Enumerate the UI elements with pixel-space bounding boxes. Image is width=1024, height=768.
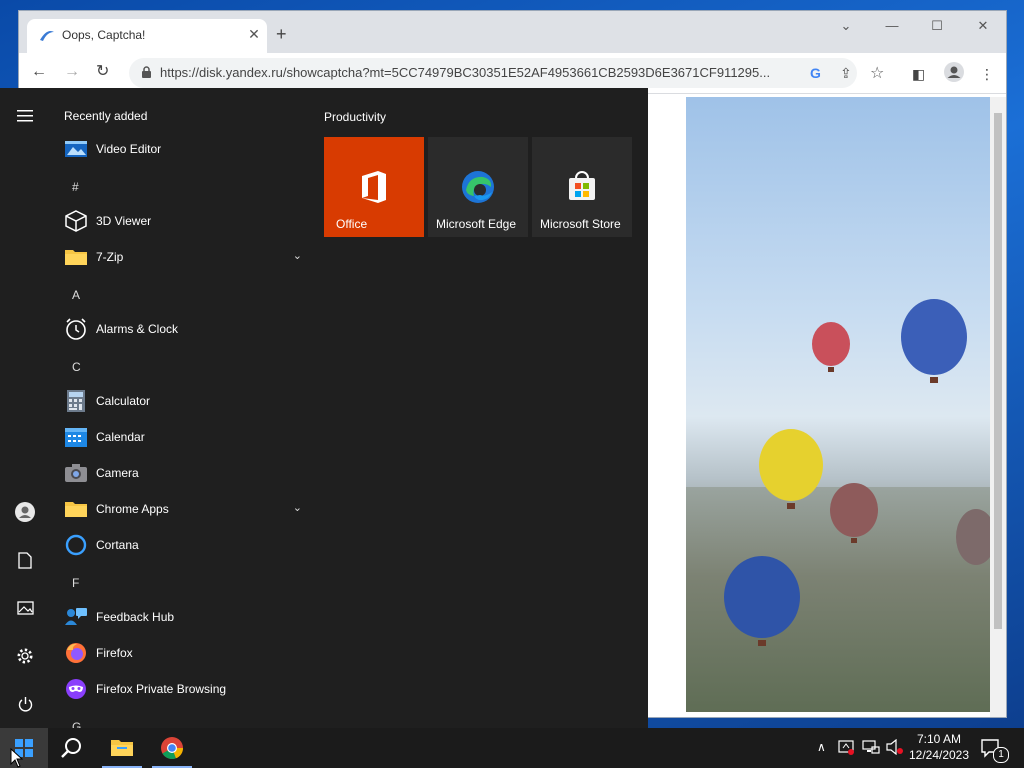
file-explorer-button[interactable] — [98, 728, 146, 768]
folder-icon — [64, 497, 88, 521]
profile-icon[interactable] — [944, 62, 964, 85]
chrome-taskbar-button[interactable] — [148, 728, 196, 768]
close-window-button[interactable]: ✕ — [968, 18, 998, 34]
show-hidden-icons-chevron-icon[interactable]: ∧ — [817, 740, 826, 754]
google-lens-icon[interactable]: G — [810, 65, 821, 81]
system-clock[interactable]: 7:10 AM 12/24/2023 — [900, 731, 978, 763]
feedback-icon — [64, 605, 88, 629]
file-explorer-icon — [111, 740, 133, 756]
letter-header-c[interactable]: C — [72, 360, 81, 374]
app-feedback-hub[interactable]: Feedback Hub — [62, 601, 308, 633]
app-3d-viewer[interactable]: 3D Viewer — [62, 205, 308, 237]
start-menu: Recently added Video Editor # 3D Viewer … — [0, 88, 648, 728]
app-firefox-private-browsing[interactable]: Firefox Private Browsing — [62, 673, 308, 705]
app-firefox[interactable]: Firefox — [62, 637, 308, 669]
tile-label: Microsoft Edge — [436, 217, 517, 231]
url-text[interactable]: https://disk.yandex.ru/showcaptcha?mt=5C… — [160, 65, 772, 80]
mouse-cursor-icon — [10, 748, 24, 768]
network-icon[interactable] — [862, 739, 880, 758]
recently-added-heading: Recently added — [64, 109, 148, 123]
chevron-down-icon[interactable]: ⌄ — [293, 249, 302, 262]
folder-icon — [64, 245, 88, 269]
back-button[interactable]: ← — [31, 64, 47, 80]
lock-icon[interactable] — [141, 66, 152, 84]
tile-label: Office — [336, 217, 368, 231]
pictures-icon[interactable] — [12, 595, 38, 621]
forward-button[interactable]: → — [64, 64, 80, 80]
hamburger-menu-icon[interactable] — [12, 103, 38, 129]
chevron-down-icon[interactable]: ⌄ — [293, 501, 302, 514]
user-account-icon[interactable] — [12, 499, 38, 525]
maximize-button[interactable]: ☐ — [922, 18, 952, 34]
tab-strip: Oops, Captcha! ✕ + ⌄ — ☐ ✕ — [19, 11, 1006, 53]
browser-tab[interactable]: Oops, Captcha! ✕ — [27, 19, 267, 53]
letter-header-a[interactable]: A — [72, 288, 80, 302]
taskbar: ∧ 7:10 AM 12/24/2023 1 — [0, 728, 1024, 768]
firefox-icon — [64, 641, 88, 665]
balloons-illustration — [724, 299, 990, 646]
letter-header-g[interactable]: G — [72, 720, 81, 728]
app-7-zip[interactable]: 7-Zip ⌄ — [62, 241, 308, 273]
security-warning-icon[interactable] — [838, 739, 854, 758]
tile-microsoft-store[interactable]: Microsoft Store — [532, 137, 632, 237]
address-bar[interactable]: https://disk.yandex.ru/showcaptcha?mt=5C… — [129, 58, 884, 88]
cortana-icon — [64, 533, 88, 557]
search-button[interactable] — [48, 728, 96, 768]
calculator-icon — [64, 389, 88, 413]
side-panel-icon[interactable]: ◧ — [912, 66, 925, 83]
app-cortana[interactable]: Cortana — [62, 529, 308, 561]
scrollbar-thumb[interactable] — [994, 113, 1002, 629]
start-button[interactable] — [0, 728, 48, 768]
page-scrollbar[interactable] — [990, 97, 1006, 717]
firefox-private-icon — [64, 677, 88, 701]
action-center-button[interactable]: 1 — [968, 728, 1012, 768]
film-icon — [64, 137, 88, 161]
chrome-icon — [161, 737, 184, 760]
clock-time: 7:10 AM — [916, 732, 962, 746]
cube-icon — [64, 209, 88, 233]
bookmark-star-icon[interactable]: ☆ — [870, 63, 884, 83]
yandex-disk-favicon-icon — [39, 29, 55, 47]
notification-count-badge: 1 — [993, 747, 1009, 763]
alarm-clock-icon — [64, 317, 88, 341]
tile-microsoft-edge[interactable]: Microsoft Edge — [428, 137, 528, 237]
app-camera[interactable]: Camera — [62, 457, 308, 489]
documents-icon[interactable] — [12, 547, 38, 573]
tab-close-icon[interactable]: ✕ — [245, 26, 263, 43]
productivity-heading: Productivity — [324, 110, 387, 124]
captcha-image — [686, 97, 990, 712]
camera-icon — [64, 461, 88, 485]
tile-office[interactable]: Office — [324, 137, 424, 237]
settings-gear-icon[interactable] — [12, 643, 38, 669]
office-icon — [359, 170, 389, 209]
chrome-menu-icon[interactable]: ⋮ — [980, 66, 994, 83]
search-icon — [61, 738, 81, 758]
share-icon[interactable]: ⇪ — [840, 65, 852, 82]
reload-button[interactable]: ↻ — [96, 64, 109, 80]
edge-icon — [461, 170, 495, 209]
calendar-icon — [64, 425, 88, 449]
store-icon — [566, 170, 598, 207]
app-chrome-apps[interactable]: Chrome Apps ⌄ — [62, 493, 308, 525]
power-icon[interactable] — [12, 691, 38, 717]
new-tab-button[interactable]: + — [276, 25, 287, 43]
letter-header-f[interactable]: F — [72, 576, 79, 590]
app-calculator[interactable]: Calculator — [62, 385, 308, 417]
tab-search-button[interactable]: ⌄ — [831, 18, 861, 34]
tile-label: Microsoft Store — [540, 217, 621, 231]
app-video-editor[interactable]: Video Editor — [62, 133, 308, 165]
app-alarms-clock[interactable]: Alarms & Clock — [62, 313, 308, 345]
clock-date: 12/24/2023 — [908, 748, 970, 762]
app-calendar[interactable]: Calendar — [62, 421, 308, 453]
minimize-button[interactable]: — — [877, 18, 907, 33]
tab-title: Oops, Captcha! — [62, 28, 146, 42]
letter-header-hash[interactable]: # — [72, 180, 79, 194]
